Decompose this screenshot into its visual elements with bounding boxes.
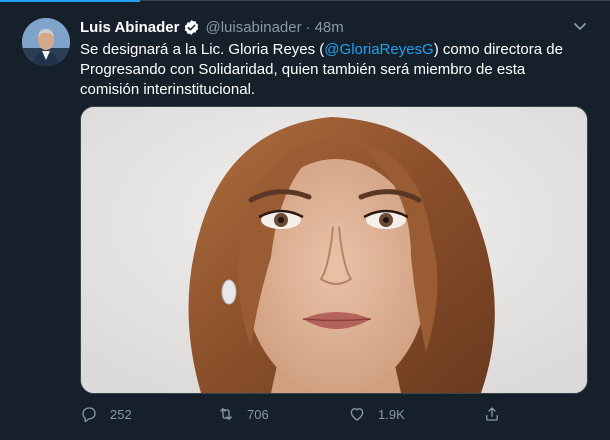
share-button[interactable]: [483, 402, 501, 426]
reply-count: 252: [110, 406, 132, 422]
tweet[interactable]: Luis Abinader @luisabinader · 48m Se des…: [0, 0, 610, 440]
heart-icon: [348, 405, 366, 423]
reply-button[interactable]: 252: [80, 402, 132, 426]
mention-link[interactable]: @GloriaReyesG: [324, 41, 433, 58]
retweet-button[interactable]: 706: [217, 402, 269, 426]
separator-dot: ·: [305, 18, 311, 36]
like-count: 1.9K: [378, 406, 405, 422]
tweet-photo[interactable]: [80, 106, 588, 394]
tweet-text-before: Se designará a la Lic. Gloria Reyes (: [80, 41, 325, 58]
tweet-text: Se designará a la Lic. Gloria Reyes (@Gl…: [80, 40, 585, 100]
avatar[interactable]: [22, 18, 70, 66]
chevron-down-icon[interactable]: [570, 16, 590, 36]
verified-badge-icon: [183, 19, 200, 36]
retweet-count: 706: [247, 406, 269, 422]
retweet-icon: [217, 405, 235, 423]
like-button[interactable]: 1.9K: [348, 402, 405, 426]
reply-icon: [80, 405, 98, 423]
tweet-header: Luis Abinader @luisabinader · 48m: [80, 17, 344, 37]
tweet-timestamp[interactable]: 48m: [315, 19, 344, 36]
author-name[interactable]: Luis Abinader: [80, 19, 179, 36]
share-icon: [483, 405, 501, 423]
tweet-actions: 252 706 1.9K: [80, 402, 510, 426]
author-handle[interactable]: @luisabinader: [205, 19, 301, 36]
